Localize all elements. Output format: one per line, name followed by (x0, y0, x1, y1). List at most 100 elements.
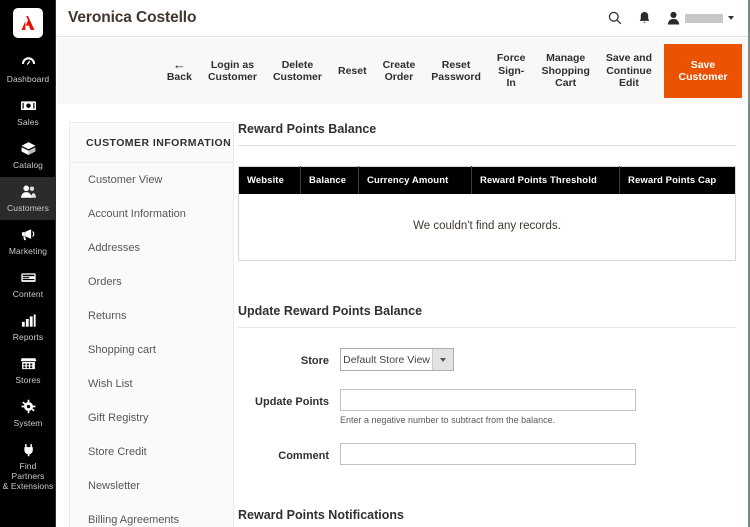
comment-field-row: Comment (238, 443, 736, 465)
customer-information-panel: CUSTOMER INFORMATION Customer View Accoun… (69, 122, 234, 527)
update-points-field-row: Update Points Enter a negative number to… (238, 389, 736, 425)
create-order-label: Create Order (382, 58, 416, 84)
column-header: Reward Points Threshold (471, 166, 620, 194)
customer-information-title: CUSTOMER INFORMATION (70, 123, 233, 163)
store-field-row: Store Default Store View (238, 348, 736, 371)
manage-shopping-cart-label: Manage Shopping Cart (541, 52, 590, 90)
info-item-addresses[interactable]: Addresses (70, 231, 233, 265)
sidebar-item-find-partners-extensions[interactable]: Find Partners & Extensions (0, 435, 56, 498)
comment-label: Comment (278, 450, 329, 462)
info-item-newsletter[interactable]: Newsletter (70, 469, 233, 503)
page-body: CUSTOMER INFORMATION Customer View Accoun… (57, 104, 748, 527)
reward-points-balance-heading: Reward Points Balance (238, 122, 736, 146)
comment-input[interactable] (340, 443, 636, 465)
info-item-account-information[interactable]: Account Information (70, 197, 233, 231)
sidebar-item-label: Customers (7, 203, 49, 213)
back-label: Back (166, 70, 192, 83)
login-as-customer-button[interactable]: Login as Customer (200, 38, 265, 104)
info-item-store-credit[interactable]: Store Credit (70, 435, 233, 469)
delete-customer-button[interactable]: Delete Customer (265, 38, 330, 104)
create-order-button[interactable]: Create Order (375, 38, 424, 104)
sidebar-item-label: Content (12, 289, 44, 299)
save-customer-label: Save Customer (678, 58, 728, 84)
admin-sidebar: Dashboard Sales Catalog Customers Marketing C… (0, 0, 56, 527)
delete-customer-label: Delete Customer (272, 58, 322, 84)
sidebar-item-system[interactable]: System (0, 392, 56, 435)
table-empty-row: We couldn't find any records. (238, 194, 736, 261)
search-icon[interactable] (608, 11, 622, 25)
sales-icon (17, 97, 39, 114)
content-icon (17, 269, 39, 286)
sidebar-item-reports[interactable]: Reports (0, 306, 56, 349)
reset-password-button[interactable]: Reset Password (423, 38, 489, 104)
update-points-input[interactable] (340, 389, 636, 411)
sidebar-item-label: Reports (12, 332, 44, 342)
system-icon (17, 398, 39, 415)
reset-button[interactable]: Reset (330, 38, 375, 104)
sidebar-item-label: Catalog (13, 160, 43, 170)
column-header: Website (238, 166, 301, 194)
info-item-billing-agreements[interactable]: Billing Agreements (70, 503, 233, 527)
reward-points-balance-table: Website Balance Currency Amount Reward Poin… (238, 166, 736, 261)
sidebar-item-catalog[interactable]: Catalog (0, 134, 56, 177)
account-name-redacted (685, 13, 723, 23)
reward-points-notifications-heading: Reward Points Notifications (238, 508, 736, 527)
info-item-customer-view[interactable]: Customer View (70, 163, 233, 197)
reset-label: Reset (337, 64, 367, 77)
column-header: Balance (300, 166, 359, 194)
sidebar-item-label: Marketing (8, 246, 48, 256)
table-body: We couldn't find any records. (238, 194, 736, 261)
sidebar-item-dashboard[interactable]: Dashboard (0, 48, 56, 91)
save-and-continue-edit-button[interactable]: Save and Continue Edit (598, 38, 660, 104)
reset-password-label: Reset Password (431, 58, 481, 84)
info-item-gift-registry[interactable]: Gift Registry (70, 401, 233, 435)
sidebar-item-content[interactable]: Content (0, 263, 56, 306)
sidebar-item-customers[interactable]: Customers (0, 177, 56, 220)
back-button[interactable]: ← Back (153, 38, 200, 104)
save-customer-button[interactable]: Save Customer (664, 44, 742, 98)
marketing-icon (17, 226, 39, 243)
header-actions (608, 10, 734, 26)
info-item-returns[interactable]: Returns (70, 299, 233, 333)
page-actions-toolbar: ← Back Login as Customer Delete Customer Res… (57, 38, 748, 104)
manage-shopping-cart-button[interactable]: Manage Shopping Cart (533, 38, 597, 104)
update-points-note: Enter a negative number to subtract from… (340, 415, 556, 425)
sidebar-item-label: Find Partners & Extensions (2, 461, 54, 491)
admin-window: Dashboard Sales Catalog Customers Marketing C… (0, 0, 750, 527)
info-item-wish-list[interactable]: Wish List (70, 367, 233, 401)
column-header: Reward Points Cap (619, 166, 736, 194)
page-header: Veronica Costello (57, 0, 748, 37)
bell-icon[interactable] (638, 10, 651, 26)
page-title: Veronica Costello (68, 9, 197, 26)
sidebar-item-stores[interactable]: Stores (0, 349, 56, 392)
store-select-value: Default Store View (343, 353, 430, 366)
empty-records-message: We couldn't find any records. (238, 194, 736, 261)
sidebar-item-marketing[interactable]: Marketing (0, 220, 56, 263)
force-sign--in-label: Force Sign- In (496, 52, 526, 90)
catalog-icon (17, 140, 39, 157)
store-label: Store (300, 355, 329, 367)
login-as-customer-label: Login as Customer (207, 58, 257, 84)
customers-icon (17, 183, 39, 200)
column-header: Currency Amount (358, 166, 472, 194)
stores-icon (17, 355, 39, 372)
adobe-commerce-logo-icon[interactable] (12, 8, 43, 38)
info-item-shopping-cart[interactable]: Shopping cart (70, 333, 233, 367)
chevron-down-icon (728, 16, 734, 20)
table-header: Website Balance Currency Amount Reward Poin… (238, 166, 736, 194)
sidebar-item-label: Sales (17, 117, 39, 127)
account-menu[interactable] (667, 11, 734, 25)
sidebar-item-label: Stores (15, 375, 41, 385)
info-item-orders[interactable]: Orders (70, 265, 233, 299)
extensions-icon (17, 441, 39, 458)
chevron-down-icon (432, 349, 453, 370)
force-sign--in-button[interactable]: Force Sign- In (489, 38, 534, 104)
table-header-row: Website Balance Currency Amount Reward Poin… (238, 166, 736, 194)
update-points-label: Update Points (255, 396, 329, 408)
store-select[interactable]: Default Store View (340, 348, 454, 371)
sidebar-item-sales[interactable]: Sales (0, 91, 56, 134)
save-and-continue-edit-label: Save and Continue Edit (605, 52, 652, 90)
back-arrow-icon: ← (172, 56, 186, 72)
